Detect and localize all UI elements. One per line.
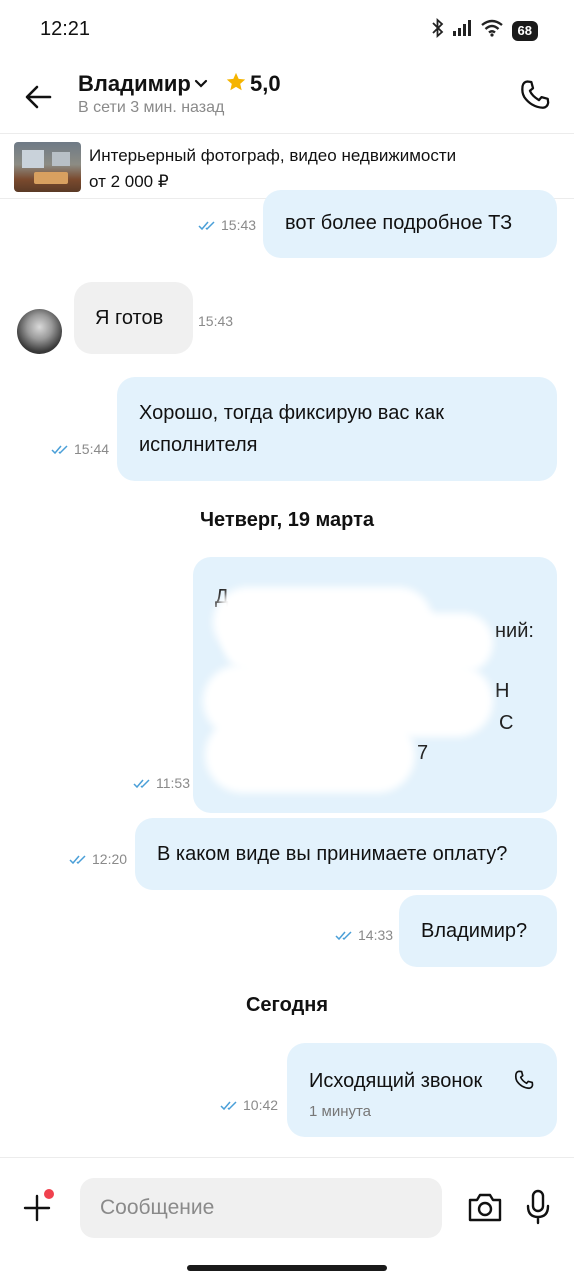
message-text-line-2: исполнителя xyxy=(139,434,258,456)
message-meta: 14:33 xyxy=(335,927,393,943)
day-separator: Четверг, 19 марта xyxy=(199,509,375,531)
wifi-icon xyxy=(480,19,504,42)
call-title: Исходящий звонок xyxy=(309,1070,483,1092)
day-separator: Сегодня xyxy=(245,994,329,1016)
contact-name[interactable]: Владимир xyxy=(78,71,191,97)
message-composer xyxy=(0,1157,574,1277)
message-bubble-outgoing-redacted[interactable]: Д ний: Н С 7 xyxy=(193,557,557,813)
message-time: 11:53 xyxy=(156,775,190,791)
read-ticks-icon xyxy=(133,778,150,788)
call-bubble-outgoing[interactable]: Исходящий звонок 1 минута xyxy=(287,1043,557,1137)
message-time: 12:20 xyxy=(92,851,128,867)
redaction-overlay xyxy=(205,717,415,793)
message-text: вот более подробное ТЗ xyxy=(285,212,513,234)
message-bubble-outgoing[interactable]: В каком виде вы принимаете оплату? xyxy=(135,818,557,890)
phone-call-icon[interactable] xyxy=(518,78,552,112)
message-time: 15:43 xyxy=(221,217,257,233)
message-bubble-outgoing[interactable]: Хорошо, тогда фиксирую вас как исполните… xyxy=(117,377,557,481)
redaction-overlay xyxy=(223,613,493,673)
message-time: 10:42 xyxy=(243,1097,279,1113)
camera-icon[interactable] xyxy=(467,1191,503,1223)
listing-price: от 2 000 ₽ xyxy=(89,172,169,191)
message-bubble-incoming[interactable]: Я готов xyxy=(74,282,193,354)
read-ticks-icon xyxy=(69,854,86,864)
message-meta: 15:43 xyxy=(198,313,233,329)
message-input[interactable] xyxy=(80,1178,442,1238)
message-meta: 15:44 xyxy=(51,441,109,457)
message-meta: 11:53 xyxy=(133,775,190,791)
status-bar: 12:21 68 xyxy=(0,0,574,60)
contact-avatar[interactable] xyxy=(17,309,62,354)
listing-thumbnail xyxy=(14,142,81,192)
message-text: В каком виде вы принимаете оплату? xyxy=(157,843,508,865)
notification-dot xyxy=(44,1189,54,1199)
rating-value: 5,0 xyxy=(250,71,281,96)
online-status: В сети 3 мин. назад xyxy=(78,99,225,116)
message-text: Владимир? xyxy=(421,920,528,942)
chat-header: Владимир 5,0 В сети 3 мин. назад xyxy=(0,60,574,130)
battery-indicator: 68 xyxy=(511,20,538,41)
read-ticks-icon xyxy=(220,1100,237,1110)
message-time: 14:33 xyxy=(358,927,394,943)
redacted-fragment: ний: xyxy=(495,620,534,642)
redacted-fragment: С xyxy=(499,712,514,734)
star-icon xyxy=(225,71,247,98)
bluetooth-icon xyxy=(431,17,444,43)
redacted-fragment: 7 xyxy=(417,742,429,764)
redacted-fragment: Н xyxy=(495,680,510,702)
listing-title: Интерьерный фотограф, видео недвижимости xyxy=(89,146,457,165)
message-meta: 10:42 xyxy=(220,1097,278,1113)
read-ticks-icon xyxy=(51,444,68,454)
message-meta: 15:43 xyxy=(198,217,256,233)
message-bubble-outgoing[interactable]: Владимир? xyxy=(399,895,557,967)
message-time: 15:44 xyxy=(74,441,110,457)
status-icons: 68 xyxy=(431,17,538,43)
call-duration: 1 минута xyxy=(309,1103,372,1120)
message-text-line-1: Хорошо, тогда фиксирую вас как xyxy=(139,402,444,424)
back-arrow-icon[interactable] xyxy=(22,82,56,112)
chevron-down-icon[interactable] xyxy=(194,76,208,94)
message-meta: 12:20 xyxy=(69,851,127,867)
read-ticks-icon xyxy=(335,930,352,940)
home-indicator[interactable] xyxy=(187,1265,387,1271)
microphone-icon[interactable] xyxy=(523,1189,553,1225)
message-bubble-outgoing[interactable]: вот более подробное ТЗ xyxy=(263,190,557,258)
message-time: 15:43 xyxy=(198,313,234,329)
message-text: Я готов xyxy=(95,307,164,329)
read-ticks-icon xyxy=(198,220,215,230)
status-time: 12:21 xyxy=(40,18,91,40)
phone-icon xyxy=(513,1069,535,1101)
signal-icon xyxy=(452,19,472,42)
